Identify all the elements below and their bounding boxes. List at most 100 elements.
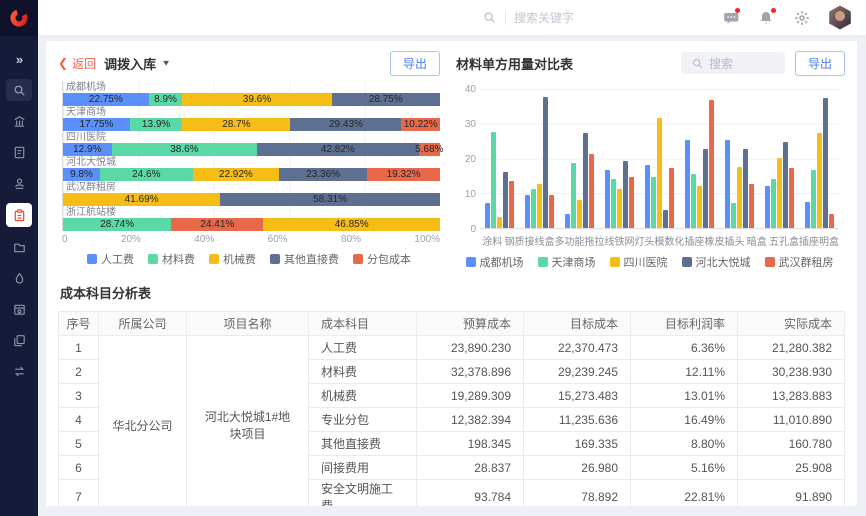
cell-margin: 16.49% [631, 408, 738, 432]
grouped-bar-chart: 010203040 [480, 89, 839, 229]
legend-item[interactable]: 人工费 [87, 251, 134, 267]
bar [743, 149, 748, 228]
axis-tick-label: 多功能拖拉线 [555, 233, 615, 248]
cost-subject-table: 序号所属公司项目名称成本科目预算成本目标成本目标利润率实际成本 1华北分公司河北… [58, 311, 845, 506]
legend-swatch [270, 254, 280, 264]
legend-item[interactable]: 其他直接费 [270, 251, 339, 267]
bar-segment: 10.22% [401, 118, 440, 131]
bar-segment: 12.9% [63, 143, 112, 156]
sidebar-item-copies[interactable] [6, 329, 32, 351]
stacked-bar: 41.69%58.31% [63, 193, 440, 206]
cell-target: 26.980 [524, 456, 631, 480]
global-search-placeholder: 搜索关键字 [514, 9, 574, 26]
axis-tick-label: 10 [456, 189, 476, 200]
export-button-right[interactable]: 导出 [795, 51, 845, 76]
table-header-cell: 实际成本 [738, 312, 845, 336]
cell-index: 2 [59, 360, 99, 384]
cell-subject: 材料费 [309, 360, 417, 384]
axis-tick-label: 插座明盒 [799, 233, 839, 248]
legend-swatch [353, 254, 363, 264]
sidebar-item-schedule[interactable] [6, 298, 32, 320]
cell-budget: 93.784 [417, 480, 524, 507]
sidebar-item-cost-active[interactable] [6, 203, 32, 227]
expand-icon: » [16, 52, 22, 67]
bar [491, 132, 496, 228]
legend-item[interactable]: 分包成本 [353, 251, 411, 267]
sidebar-item-materials[interactable] [6, 267, 32, 289]
cell-actual: 160.780 [738, 432, 845, 456]
bar-group [520, 89, 560, 228]
table-header-cell: 序号 [59, 312, 99, 336]
sidebar-item-files[interactable] [6, 236, 32, 258]
cell-margin: 8.80% [631, 432, 738, 456]
bar-segment: 29.43% [290, 118, 401, 131]
table-header-row: 序号所属公司项目名称成本科目预算成本目标成本目标利润率实际成本 [59, 312, 845, 336]
bar-category-label: 四川医院 [63, 132, 440, 143]
notifications-button[interactable] [756, 8, 776, 28]
bar-segment: 42.82% [257, 143, 418, 156]
sidebar-menu: » [6, 36, 32, 382]
bar [823, 98, 828, 228]
legend-item[interactable]: 机械费 [209, 251, 256, 267]
axis-tick-label: 40% [194, 234, 214, 245]
bar [485, 203, 490, 228]
user-avatar[interactable] [828, 6, 852, 30]
app-logo[interactable] [0, 0, 38, 36]
legend-label: 成都机场 [480, 254, 524, 270]
sidebar-item-company[interactable] [6, 110, 32, 132]
user-icon [12, 176, 27, 191]
bar-segment: 22.92% [193, 168, 279, 181]
bar-category-label: 浙江航站楼 [63, 207, 440, 218]
stacked-bar: 22.75%8.9%39.6%28.75% [63, 93, 440, 106]
bar-segment: 39.6% [182, 93, 331, 106]
chart-search-input[interactable]: 搜索 [681, 52, 785, 74]
sidebar-item-search[interactable] [6, 79, 32, 101]
search-icon [691, 57, 704, 70]
main-area: 搜索关键字 [38, 0, 866, 516]
sidebar-item-users[interactable] [6, 172, 32, 194]
sidebar-item-transfer[interactable] [6, 360, 32, 382]
cell-budget: 28.837 [417, 456, 524, 480]
cell-index: 7 [59, 480, 99, 507]
stacked-bar-row: 成都机场22.75%8.9%39.6%28.75% [63, 82, 440, 106]
messages-button[interactable] [720, 8, 740, 28]
global-search[interactable]: 搜索关键字 [482, 9, 574, 26]
bar-segment: 46.85% [263, 218, 440, 231]
sidebar-expand-button[interactable]: » [6, 48, 32, 70]
table-header-cell: 预算成本 [417, 312, 524, 336]
axis-tick-label: 20% [121, 234, 141, 245]
bar-segment: 28.74% [63, 218, 171, 231]
legend-item[interactable]: 四川医院 [610, 254, 668, 270]
legend-swatch [610, 257, 620, 267]
back-button[interactable]: ❮ 返回 [58, 55, 96, 72]
bar [651, 177, 656, 228]
content-area: ❮ 返回 调拨入库 ▼ 导出 成都机场22.75%8.9%39.6%28.75%… [38, 36, 866, 516]
cell-subject: 安全文明施工费 [309, 480, 417, 507]
axis-tick-label: 60% [268, 234, 288, 245]
legend-item[interactable]: 材料费 [148, 251, 195, 267]
legend-label: 分包成本 [367, 251, 411, 267]
bar [737, 167, 742, 228]
bar-segment: 28.75% [332, 93, 440, 106]
chevron-down-icon[interactable]: ▼ [161, 59, 171, 68]
folder-icon [12, 240, 27, 255]
legend-item[interactable]: 河北大悦城 [682, 254, 751, 270]
dashboard-card: ❮ 返回 调拨入库 ▼ 导出 成都机场22.75%8.9%39.6%28.75%… [46, 41, 857, 506]
legend-item[interactable]: 成都机场 [466, 254, 524, 270]
sidebar-item-documents[interactable] [6, 141, 32, 163]
settings-button[interactable] [792, 8, 812, 28]
table-header-cell: 目标成本 [524, 312, 631, 336]
export-button-left[interactable]: 导出 [390, 51, 440, 76]
bar-segment: 22.75% [63, 93, 149, 106]
axis-tick-label: 暗盒 [745, 233, 770, 248]
legend-item[interactable]: 天津商场 [538, 254, 596, 270]
legend-label: 武汉群租房 [779, 254, 834, 270]
legend-item[interactable]: 武汉群租房 [765, 254, 834, 270]
chart-search-placeholder: 搜索 [709, 55, 733, 72]
bar-group [640, 89, 680, 228]
bar [531, 189, 536, 228]
axis-tick-label: 80% [341, 234, 361, 245]
bar-segment: 28.7% [182, 118, 290, 131]
stacked-bar: 17.75%13.9%28.7%29.43%10.22% [63, 118, 440, 131]
cell-subject: 专业分包 [309, 408, 417, 432]
